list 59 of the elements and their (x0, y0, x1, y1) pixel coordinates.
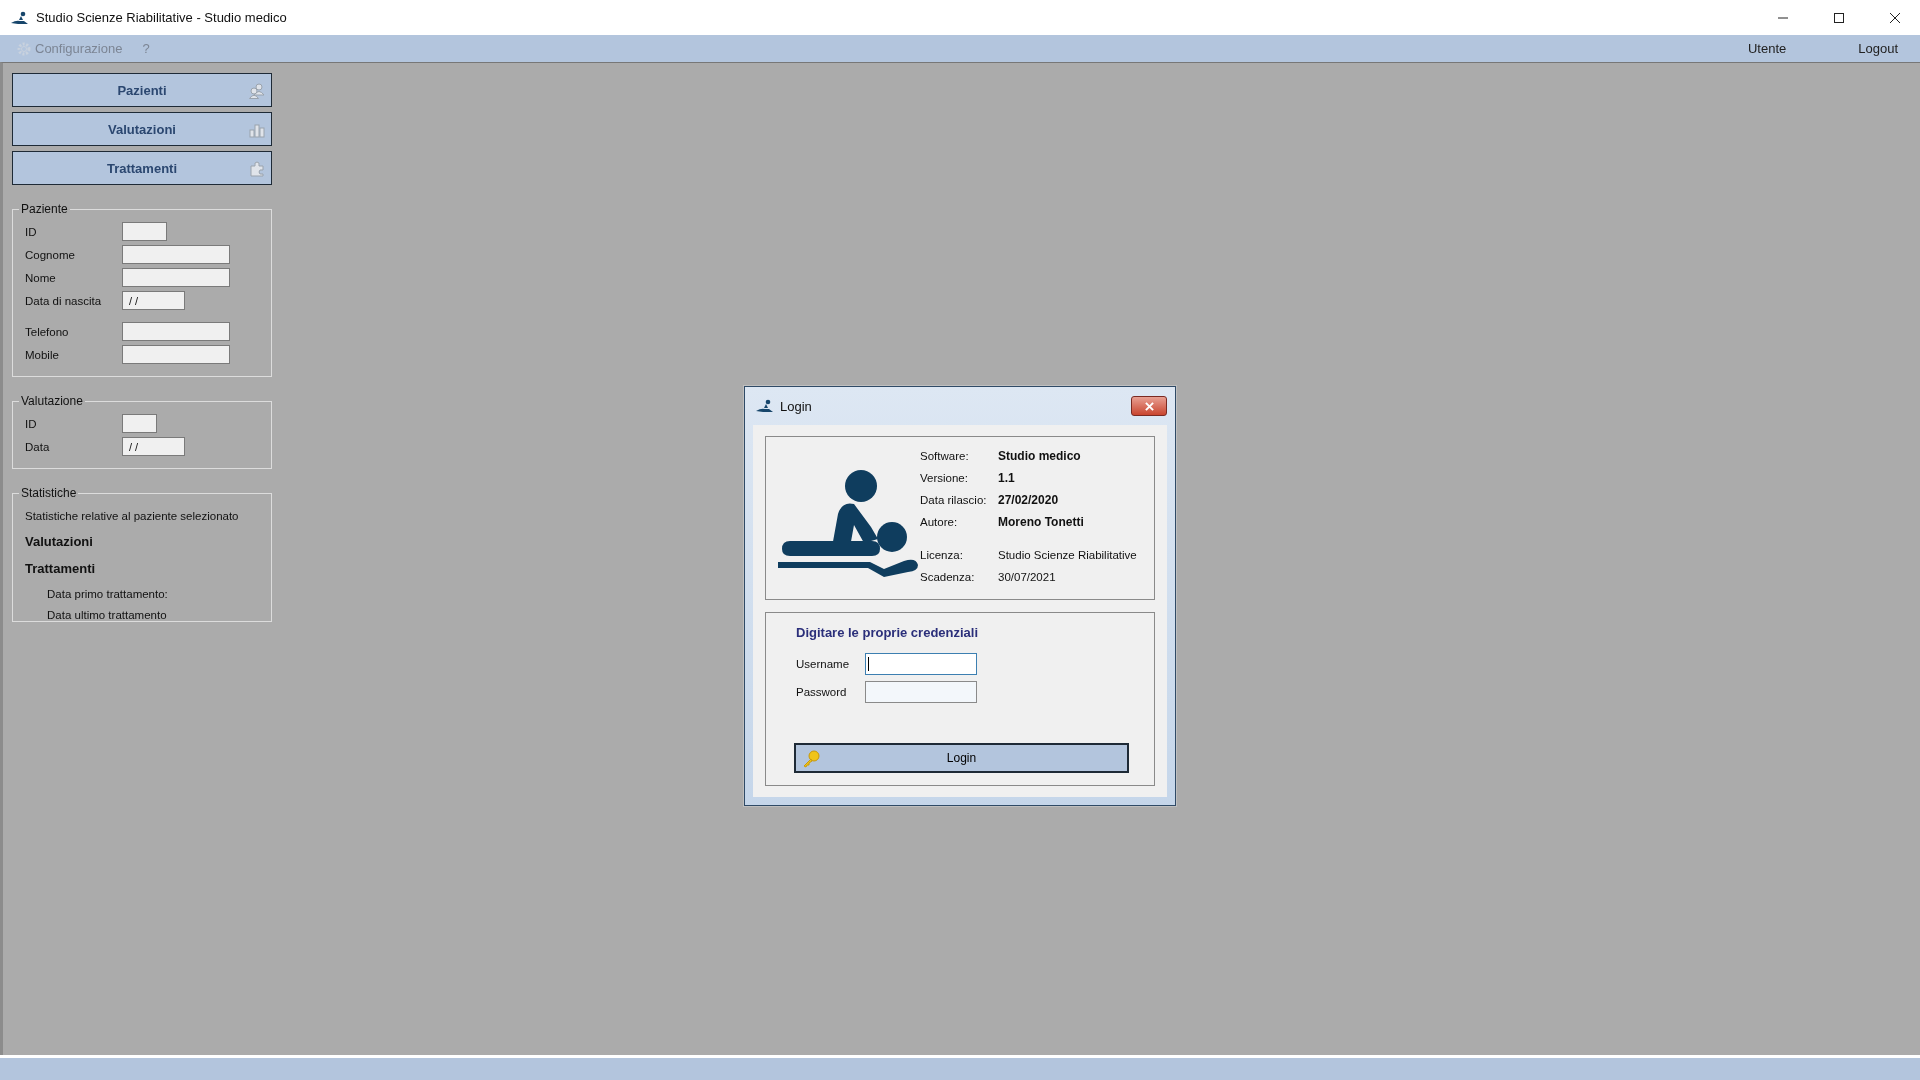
dialog-title: Login (780, 398, 813, 414)
nav-button[interactable]: Pazienti (12, 73, 272, 107)
field-label: Username (796, 658, 851, 670)
field-label: Password (796, 686, 848, 698)
field-label: Data di nascita (25, 294, 103, 307)
maximize-icon (1833, 11, 1845, 24)
input-field[interactable]: / / (122, 437, 185, 456)
close-button[interactable] (1131, 396, 1167, 416)
input-field[interactable] (122, 268, 230, 287)
field-label: Cognome (25, 248, 76, 261)
input-field[interactable] (122, 345, 230, 364)
field-label: Nome (25, 271, 57, 284)
field-label: Mobile (25, 348, 60, 361)
info-value: 27/02/2020 (998, 493, 1060, 507)
group-title: Valutazione (20, 394, 84, 408)
app-logo-icon (10, 10, 30, 25)
info-label: Autore: (920, 516, 959, 528)
close-icon (1144, 401, 1154, 411)
group-title: Statistiche (20, 486, 78, 500)
nav-button[interactable]: Valutazioni (12, 112, 272, 146)
info-value: Studio medico (998, 449, 1082, 463)
input-field[interactable] (122, 222, 167, 241)
field-label: ID (25, 225, 38, 238)
info-value: 30/07/2021 (998, 571, 1057, 583)
puzzle-icon (249, 161, 265, 177)
input-field[interactable]: / / (122, 291, 185, 310)
field-label: ID (25, 417, 38, 430)
info-value: 1.1 (998, 471, 1016, 485)
credentials-heading: Digitare le proprie credenziali (796, 625, 980, 640)
info-label: Licenza: (920, 549, 964, 561)
info-label: Software: (920, 450, 970, 462)
input-field[interactable] (865, 653, 977, 675)
field-label: Telefono (25, 325, 70, 338)
app-logo-icon (755, 399, 775, 413)
key-icon (802, 750, 820, 768)
section-heading: Trattamenti (25, 561, 97, 576)
description-text: Statistiche relative al paziente selezionato (25, 510, 240, 522)
close-icon (1889, 11, 1901, 24)
menu-item[interactable]: Utente (1737, 39, 1797, 58)
info-label: Data rilascio: (920, 494, 988, 506)
input-field[interactable] (865, 681, 977, 703)
input-field[interactable] (122, 245, 230, 264)
stat-label: Data primo trattamento: (47, 588, 169, 600)
menu-item[interactable]: Logout (1848, 39, 1908, 58)
section-heading: Valutazioni (25, 534, 94, 549)
window-title: Studio Scienze Riabilitative - Studio medico (36, 10, 288, 25)
input-field[interactable] (122, 322, 230, 341)
login-button[interactable]: Login (794, 743, 1129, 773)
nav-button[interactable]: Trattamenti (12, 151, 272, 185)
info-value: Studio Scienze Riabilitative (998, 549, 1137, 561)
info-label: Scadenza: (920, 571, 976, 583)
info-label: Versione: (920, 472, 969, 484)
group-title: Paziente (20, 202, 69, 216)
info-value: Moreno Tonetti (998, 515, 1085, 529)
people-icon (249, 83, 265, 99)
stat-label: Data ultimo trattamento (47, 609, 168, 621)
field-label: Data (25, 440, 51, 453)
bar-chart-icon (249, 122, 265, 138)
input-field[interactable] (122, 414, 157, 433)
